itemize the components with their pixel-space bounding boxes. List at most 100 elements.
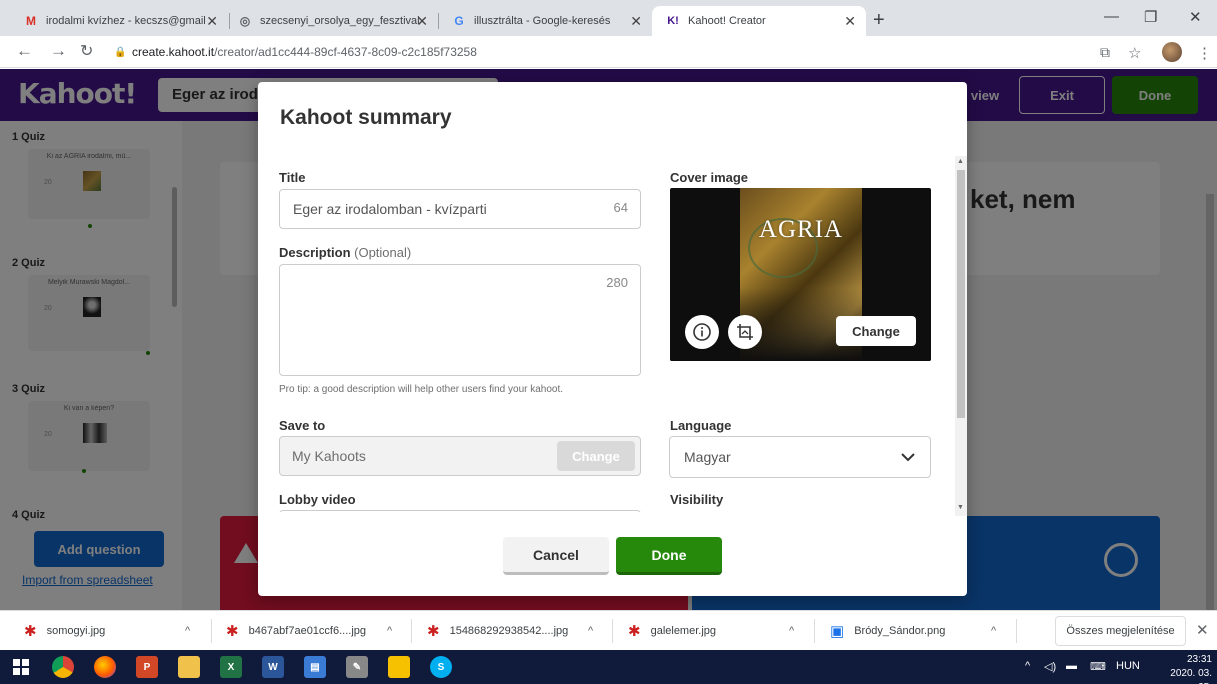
close-tab-icon[interactable]: ✕ <box>630 13 642 30</box>
profile-avatar[interactable] <box>1162 42 1182 62</box>
save-disk-icon[interactable]: ▤ <box>304 656 326 678</box>
chevron-up-icon: ^ <box>991 625 997 637</box>
scroll-down-icon[interactable]: ▼ <box>957 504 964 511</box>
download-item[interactable]: ✱ 154868292938542....jpg <box>427 611 568 651</box>
browser-tab-bar: M irodalmi kvízhez - kecszs@gmail. ✕ ◎ s… <box>0 0 1217 36</box>
download-filename: galelemer.jpg <box>650 625 717 637</box>
skype-icon[interactable]: S <box>430 656 452 678</box>
download-separator <box>612 619 613 643</box>
chevron-up-icon: ^ <box>588 625 594 637</box>
language-indicator[interactable]: HUN <box>1116 660 1140 672</box>
tray-chevron-up-icon[interactable]: ^ <box>1025 660 1030 672</box>
download-menu-chevron[interactable]: ^ <box>991 611 996 651</box>
download-item[interactable]: ✱ somogyi.jpg <box>24 611 105 651</box>
download-item[interactable]: ✱ galelemer.jpg <box>628 611 716 651</box>
cancel-button[interactable]: Cancel <box>503 537 609 575</box>
gmail-icon: M <box>26 14 36 28</box>
dialog-title: Kahoot summary <box>280 106 452 129</box>
description-optional: (Optional) <box>354 245 412 260</box>
url-field[interactable]: 🔒 create.kahoot.it/creator/ad1cc444-89cf… <box>114 45 477 59</box>
volume-icon[interactable]: ◁) <box>1044 660 1056 673</box>
download-menu-chevron[interactable]: ^ <box>789 611 794 651</box>
download-filename: b467abf7ae01ccf6....jpg <box>248 625 367 637</box>
title-label: Title <box>279 170 306 185</box>
title-input-value: Eger az irodalomban - kvízparti <box>293 201 487 217</box>
save-to-change-button[interactable]: Change <box>557 441 635 471</box>
taskbar-clock[interactable]: 23:31 2020. 03. 25. <box>1168 653 1212 684</box>
file-explorer-icon[interactable] <box>178 656 200 678</box>
download-menu-chevron[interactable]: ^ <box>588 611 593 651</box>
chevron-up-icon: ^ <box>185 625 191 637</box>
dialog-scrollbar-thumb[interactable] <box>957 170 965 418</box>
keyboard-icon[interactable]: ⌨ <box>1090 660 1106 673</box>
pro-tip-text: Pro tip: a good description will help ot… <box>279 384 564 395</box>
browser-tab-gmail[interactable]: M irodalmi kvízhez - kecszs@gmail. ✕ <box>10 6 228 36</box>
save-to-label: Save to <box>279 418 326 433</box>
png-file-icon: ▣ <box>830 623 845 640</box>
scroll-up-icon[interactable]: ▲ <box>957 158 964 165</box>
cover-image-title: AGRIA <box>758 216 844 243</box>
cover-change-button[interactable]: Change <box>836 316 916 346</box>
image-file-icon: ✱ <box>24 623 37 640</box>
kahoot-icon: K! <box>667 15 679 27</box>
title-input[interactable]: Eger az irodalomban - kvízparti 64 <box>279 189 641 229</box>
menu-dots-icon[interactable]: ⋮ <box>1197 44 1212 62</box>
save-to-field: My Kahoots Change <box>279 436 641 476</box>
windows-start-icon[interactable] <box>10 656 32 678</box>
download-separator <box>211 619 212 643</box>
browser-tab-pdf[interactable]: ◎ szecsenyi_orsolya_egy_fesztival.p ✕ <box>224 6 438 36</box>
new-tab-icon[interactable]: + <box>873 9 885 32</box>
show-all-downloads-button[interactable]: Összes megjelenítése <box>1055 616 1186 646</box>
paint-icon[interactable]: ✎ <box>346 656 368 678</box>
lobby-video-input[interactable] <box>279 510 641 512</box>
done-button[interactable]: Done <box>616 537 722 575</box>
description-label-text: Description <box>279 245 351 260</box>
firefox-icon[interactable] <box>94 656 116 678</box>
back-icon[interactable]: ← <box>16 41 33 61</box>
powerpoint-icon[interactable]: P <box>136 656 158 678</box>
network-icon[interactable]: ▬ <box>1066 660 1077 672</box>
language-label: Language <box>670 418 732 433</box>
close-tab-icon[interactable]: ✕ <box>416 13 428 30</box>
download-filename: Bródy_Sándor.png <box>854 625 946 637</box>
crop-button[interactable] <box>728 315 762 349</box>
lobby-video-label: Lobby video <box>279 492 356 507</box>
chrome-icon[interactable] <box>52 656 74 678</box>
translate-icon[interactable]: ⧉ <box>1100 44 1110 61</box>
download-item[interactable]: ✱ b467abf7ae01ccf6....jpg <box>226 611 366 651</box>
word-icon[interactable]: W <box>262 656 284 678</box>
download-menu-chevron[interactable]: ^ <box>185 611 190 651</box>
url-path: /creator/ad1cc444-89cf-4637-8c09-c2c185f… <box>214 45 477 59</box>
clock-time: 23:31 <box>1186 654 1212 665</box>
excel-icon[interactable]: X <box>220 656 242 678</box>
dialog-body: Title Eger az irodalomban - kvízparti 64… <box>258 160 967 512</box>
kahoot-summary-dialog: Kahoot summary Title Eger az irodalomban… <box>258 82 967 596</box>
save-to-value: My Kahoots <box>292 448 366 464</box>
windows-logo-icon <box>13 659 29 675</box>
info-button[interactable] <box>685 315 719 349</box>
download-separator <box>1016 619 1017 643</box>
description-char-counter: 280 <box>606 275 628 290</box>
description-textarea[interactable]: 280 <box>279 264 641 376</box>
chevron-up-icon: ^ <box>387 625 393 637</box>
browser-tab-kahoot[interactable]: K! Kahoot! Creator ✕ <box>652 6 866 36</box>
language-select[interactable]: Magyar <box>669 436 931 478</box>
close-window-icon[interactable]: ✕ <box>1189 8 1202 26</box>
address-bar: ← → ↻ 🔒 create.kahoot.it/creator/ad1cc44… <box>0 36 1217 68</box>
close-tab-icon[interactable]: ✕ <box>206 13 218 30</box>
download-item[interactable]: ▣ Bródy_Sándor.png <box>830 611 945 651</box>
visibility-label: Visibility <box>670 492 724 507</box>
download-menu-chevron[interactable]: ^ <box>387 611 392 651</box>
url-host: create.kahoot.it <box>132 45 215 59</box>
bookmark-star-icon[interactable]: ☆ <box>1128 44 1141 62</box>
forward-icon[interactable]: → <box>50 41 67 61</box>
chevron-down-icon <box>901 453 915 462</box>
browser-tab-google[interactable]: G illusztrálta - Google-keresés ✕ <box>438 6 652 36</box>
chevron-up-icon: ^ <box>789 625 795 637</box>
sticky-notes-icon[interactable] <box>388 656 410 678</box>
close-tab-icon[interactable]: ✕ <box>844 13 856 30</box>
minimize-icon[interactable]: — <box>1104 8 1119 25</box>
restore-icon[interactable]: ❐ <box>1144 8 1157 26</box>
reload-icon[interactable]: ↻ <box>80 41 93 61</box>
close-downloads-icon[interactable]: ✕ <box>1196 621 1209 639</box>
